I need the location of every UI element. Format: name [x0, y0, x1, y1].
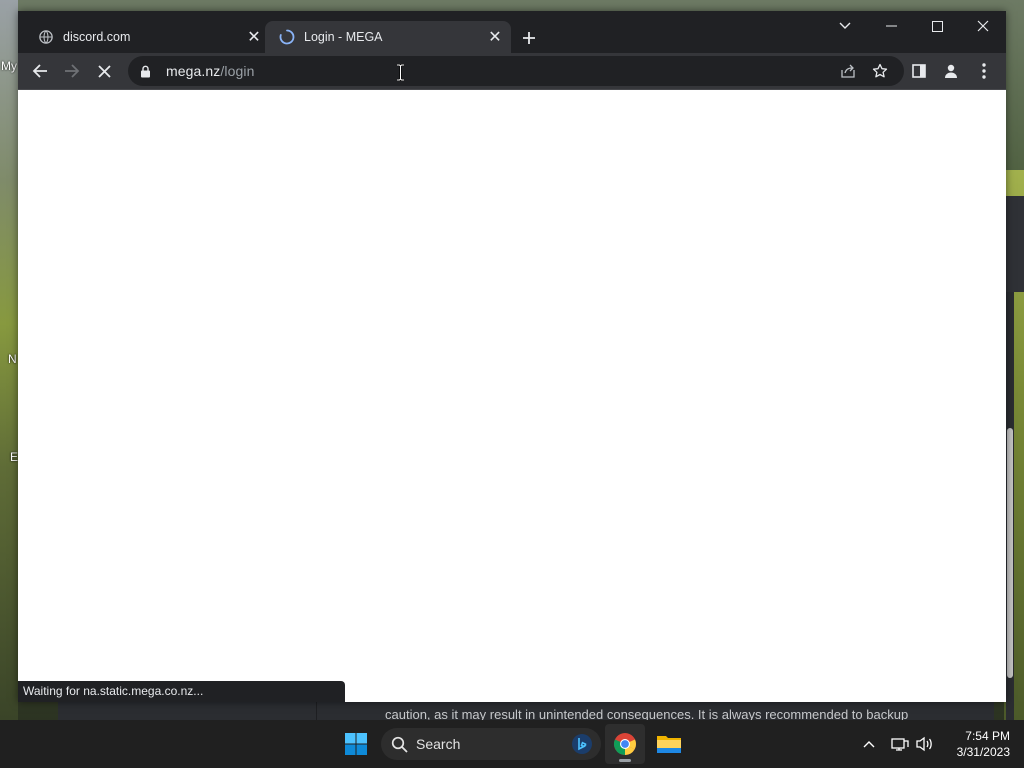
tab-search-chevron-down-icon[interactable] [822, 11, 868, 41]
url-path: /login [220, 63, 255, 79]
close-tab-icon[interactable]: ✕ [242, 25, 266, 49]
system-clock[interactable]: 7:54 PM 3/31/2023 [944, 728, 1010, 760]
scrollbar-thumb[interactable] [1007, 428, 1013, 678]
close-window-button[interactable] [960, 11, 1006, 41]
maximize-button[interactable] [914, 11, 960, 41]
chrome-icon [614, 733, 636, 755]
tab-strip: discord.com ✕ Login - MEGA ✕ [18, 11, 1006, 53]
chrome-taskbar-button[interactable] [605, 724, 645, 764]
folder-icon [657, 736, 681, 753]
menu-kebab-icon[interactable] [969, 56, 999, 86]
tab-title: Login - MEGA [304, 30, 383, 44]
active-app-indicator [619, 759, 631, 762]
new-tab-button[interactable] [515, 24, 543, 52]
browser-toolbar: mega.nz/login [18, 53, 1006, 89]
clock-date: 3/31/2023 [956, 745, 1010, 759]
browser-window: discord.com ✕ Login - MEGA ✕ mega.nz/log… [18, 11, 1006, 702]
tab-title: discord.com [63, 30, 131, 44]
page-content[interactable] [18, 90, 1006, 702]
background-app-scrollbar[interactable] [1006, 292, 1014, 720]
minimize-button[interactable] [868, 11, 914, 41]
status-bubble: Waiting for na.static.mega.co.nz... [18, 681, 345, 702]
chevron-up-icon[interactable] [857, 732, 881, 756]
taskbar-search-box[interactable]: Search [381, 728, 601, 760]
globe-icon [38, 29, 54, 45]
bookmark-star-icon[interactable] [865, 56, 895, 86]
windows-start-icon[interactable] [336, 724, 376, 764]
address-bar[interactable]: mega.nz/login [128, 56, 904, 86]
background-app-panel [1006, 196, 1024, 292]
taskbar: Search 7:54 PM 3/31/2023 [0, 720, 1024, 768]
tab-discord[interactable]: discord.com ✕ [24, 21, 270, 53]
back-button[interactable] [25, 56, 55, 86]
loading-spinner-icon [279, 29, 295, 45]
desktop-icon-label[interactable]: E [10, 450, 18, 464]
desktop-icon-label[interactable]: N [8, 352, 17, 366]
side-panel-icon[interactable] [904, 56, 934, 86]
stop-loading-button[interactable] [89, 56, 119, 86]
url-text[interactable]: mega.nz/login [166, 63, 254, 79]
bing-icon[interactable] [571, 733, 593, 755]
tab-mega-login[interactable]: Login - MEGA ✕ [265, 21, 511, 53]
search-placeholder: Search [416, 736, 461, 752]
volume-icon[interactable] [913, 732, 937, 756]
close-tab-icon[interactable]: ✕ [483, 25, 507, 49]
file-explorer-taskbar-button[interactable] [649, 724, 689, 764]
clock-time: 7:54 PM [965, 729, 1010, 743]
forward-button[interactable] [57, 56, 87, 86]
desktop-icon-label[interactable]: My [1, 59, 17, 73]
lock-icon[interactable] [140, 65, 154, 78]
network-icon[interactable] [888, 732, 912, 756]
profile-icon[interactable] [936, 56, 966, 86]
share-icon[interactable] [833, 56, 863, 86]
search-icon [391, 736, 408, 753]
text-cursor-icon [396, 63, 405, 86]
url-host: mega.nz [166, 63, 221, 79]
